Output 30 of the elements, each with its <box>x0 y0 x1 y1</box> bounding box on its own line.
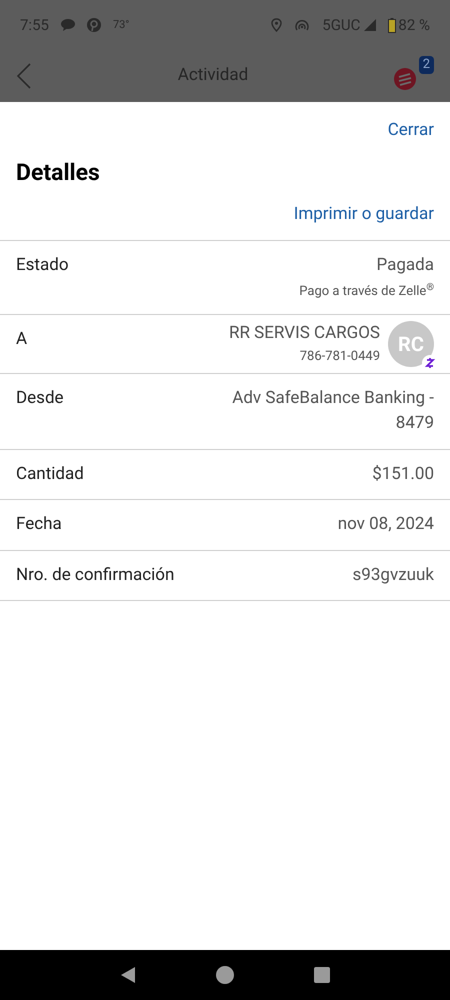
battery-icon <box>388 18 396 32</box>
field-label: Nro. de confirmación <box>16 564 174 586</box>
field-value: Adv SafeBalance Banking - 8479 <box>231 386 434 435</box>
field-label: Desde <box>16 386 64 410</box>
payee-name: RR SERVIS CARGOS <box>229 322 380 345</box>
field-label: Estado <box>16 254 69 276</box>
home-nav-icon[interactable] <box>216 966 234 984</box>
field-label: A <box>16 328 28 350</box>
hotspot-icon <box>294 19 310 31</box>
field-label: Cantidad <box>16 462 84 486</box>
chat-icon <box>60 19 75 31</box>
details-heading: Detalles <box>15 158 101 188</box>
field-label: Fecha <box>16 513 62 536</box>
location-icon <box>271 18 282 32</box>
recents-nav-icon[interactable] <box>314 967 330 983</box>
print-link[interactable]: Imprimir o guardar <box>294 202 434 228</box>
field-value: Pagada <box>376 254 434 276</box>
field-value: nov 08, 2024 <box>338 513 434 536</box>
payment-note: Pago a través de Zelle$^{®}$ <box>299 282 434 301</box>
field-value: $151.00 <box>372 462 434 486</box>
notification-badge: 2 <box>418 56 434 74</box>
back-nav-icon[interactable] <box>120 966 136 984</box>
payee-phone: 786-781-0449 <box>300 348 380 366</box>
close-link[interactable]: Cerrar <box>388 118 434 144</box>
app-logo-icon[interactable] <box>394 68 416 90</box>
back-icon[interactable] <box>16 62 32 90</box>
field-value: s93gvzuuk <box>352 564 434 586</box>
signal-icon <box>364 19 376 31</box>
pin-app-icon <box>86 18 101 32</box>
zelle-icon <box>422 354 438 370</box>
